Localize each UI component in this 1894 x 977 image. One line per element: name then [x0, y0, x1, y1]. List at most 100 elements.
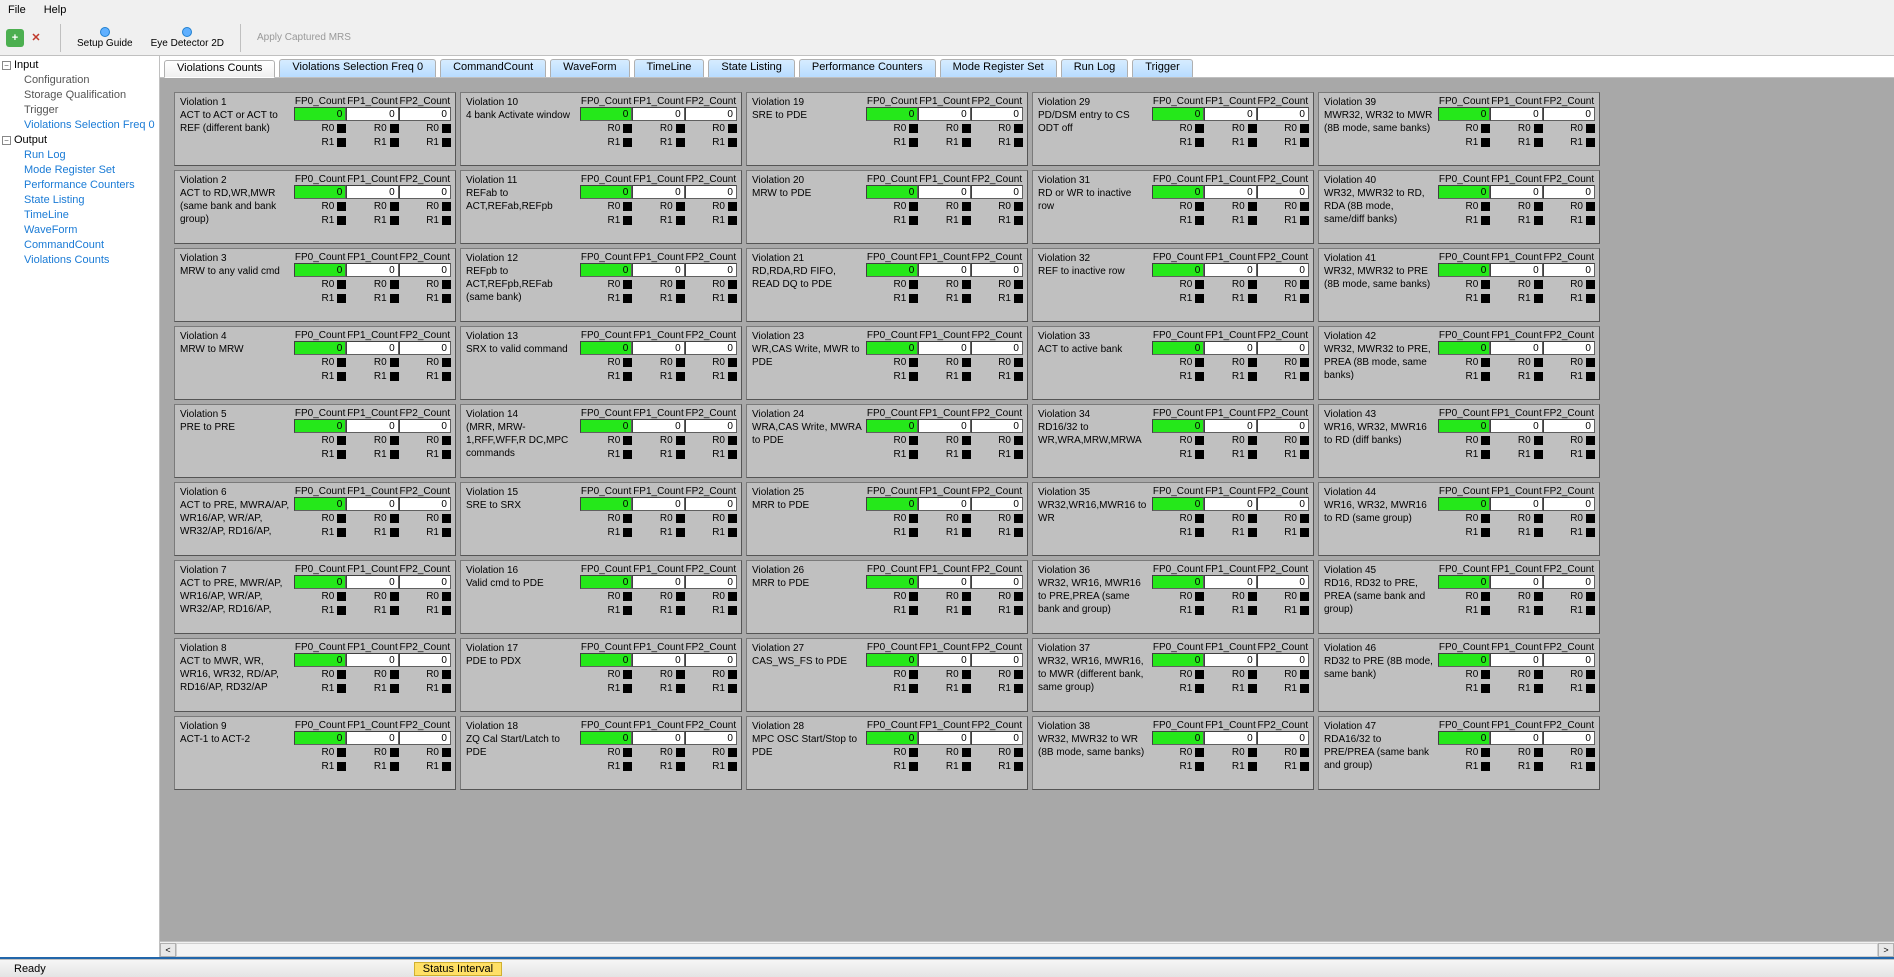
tab-violations-counts[interactable]: Violations Counts	[164, 60, 275, 78]
tab-mode-register-set[interactable]: Mode Register Set	[940, 59, 1057, 77]
led-icon	[1300, 592, 1309, 601]
rank-indicator: R0	[971, 355, 1023, 369]
fp-value: 0	[866, 341, 918, 355]
fp-header: FP0_Count	[1438, 330, 1490, 341]
rank-indicator: R0	[918, 355, 970, 369]
card-description: ACT to PRE, MWR/AP, WR16/AP, WR/AP, WR32…	[180, 577, 290, 616]
fp-value: 0	[918, 185, 970, 199]
rank-indicator: R1	[1543, 291, 1595, 305]
collapse-icon[interactable]: −	[2, 61, 11, 70]
tab-run-log[interactable]: Run Log	[1061, 59, 1129, 77]
tree-item-state-listing[interactable]: State Listing	[24, 193, 157, 208]
horizontal-scrollbar[interactable]: < >	[160, 941, 1894, 957]
led-icon	[442, 294, 451, 303]
fp-value: 0	[866, 575, 918, 589]
tab-state-listing[interactable]: State Listing	[708, 59, 795, 77]
fp-header: FP1_Count	[346, 642, 398, 653]
rank-indicator: R1	[1152, 759, 1204, 773]
tree-item-violations-counts[interactable]: Violations Counts	[24, 253, 157, 268]
fp-header: FP2_Count	[971, 174, 1023, 185]
rank-indicator: R0	[580, 433, 632, 447]
fp-header: FP2_Count	[685, 642, 737, 653]
led-icon	[728, 138, 737, 147]
fp-header: FP2_Count	[1543, 330, 1595, 341]
tree-item-performance-counters[interactable]: Performance Counters	[24, 178, 157, 193]
led-icon	[1300, 450, 1309, 459]
menu-bar: File Help	[0, 0, 1894, 20]
rank-indicator: R0	[1543, 121, 1595, 135]
rank-indicator: R0	[1257, 589, 1309, 603]
rank-indicator: R1	[294, 681, 346, 695]
led-icon	[1534, 358, 1543, 367]
led-icon	[962, 748, 971, 757]
card-title: Violation 21	[752, 252, 862, 265]
led-icon	[1195, 280, 1204, 289]
tree-item-commandcount[interactable]: CommandCount	[24, 238, 157, 253]
fp-value: 0	[632, 107, 684, 121]
led-icon	[1014, 216, 1023, 225]
collapse-icon[interactable]: −	[2, 136, 11, 145]
rank-indicator: R0	[1490, 433, 1542, 447]
tree-output[interactable]: −Output	[2, 133, 157, 148]
close-button[interactable]: ✕	[28, 30, 44, 46]
card-title: Violation 31	[1038, 174, 1148, 187]
tab-commandcount[interactable]: CommandCount	[440, 59, 546, 77]
tree-item-configuration[interactable]: Configuration	[24, 73, 157, 88]
led-icon	[1248, 592, 1257, 601]
card-title: Violation 45	[1324, 564, 1434, 577]
rank-indicator: R0	[971, 433, 1023, 447]
fp-header: FP1_Count	[1490, 174, 1542, 185]
scroll-left-button[interactable]: <	[160, 943, 176, 957]
fp-header: FP0_Count	[580, 408, 632, 419]
led-icon	[962, 294, 971, 303]
fp-header: FP1_Count	[918, 252, 970, 263]
tab-waveform[interactable]: WaveForm	[550, 59, 629, 77]
menu-file[interactable]: File	[8, 4, 26, 16]
fp-header: FP0_Count	[1152, 486, 1204, 497]
tree-input[interactable]: −Input	[2, 58, 157, 73]
fp-header: FP2_Count	[971, 330, 1023, 341]
scroll-right-button[interactable]: >	[1878, 943, 1894, 957]
add-button[interactable]: +	[6, 29, 24, 47]
led-icon	[1534, 762, 1543, 771]
scroll-track[interactable]	[176, 943, 1878, 957]
tab-violations-selection-freq-0[interactable]: Violations Selection Freq 0	[279, 59, 436, 77]
cards-scroll[interactable]: Violation 1ACT to ACT or ACT to REF (dif…	[160, 78, 1894, 941]
tree-item-timeline[interactable]: TimeLine	[24, 208, 157, 223]
led-icon	[442, 684, 451, 693]
fp-value: 0	[346, 263, 398, 277]
tree-item-run-log[interactable]: Run Log	[24, 148, 157, 163]
tree-item-waveform[interactable]: WaveForm	[24, 223, 157, 238]
led-icon	[623, 358, 632, 367]
led-icon	[676, 684, 685, 693]
rank-indicator: R1	[1438, 759, 1490, 773]
setup-guide-button[interactable]: Setup Guide	[71, 21, 139, 55]
apply-mrs-button[interactable]: Apply Captured MRS	[251, 21, 357, 55]
fp-header: FP0_Count	[1152, 408, 1204, 419]
tab-trigger[interactable]: Trigger	[1132, 59, 1192, 77]
rank-indicator: R0	[685, 667, 737, 681]
tab-timeline[interactable]: TimeLine	[634, 59, 705, 77]
status-interval[interactable]: Status Interval	[414, 962, 502, 976]
led-icon	[1534, 592, 1543, 601]
fp-value: 0	[632, 575, 684, 589]
fp-header: FP2_Count	[1257, 720, 1309, 731]
menu-help[interactable]: Help	[44, 4, 67, 16]
fp-value: 0	[1438, 107, 1490, 121]
led-icon	[623, 762, 632, 771]
card-description: ACT to RD,WR,MWR (same bank and bank gro…	[180, 187, 290, 226]
card-title: Violation 46	[1324, 642, 1434, 655]
tree-item-mode-register-set[interactable]: Mode Register Set	[24, 163, 157, 178]
led-icon	[1586, 670, 1595, 679]
rank-indicator: R0	[580, 121, 632, 135]
tab-performance-counters[interactable]: Performance Counters	[799, 59, 936, 77]
eye-detector-button[interactable]: Eye Detector 2D	[145, 21, 230, 55]
led-icon	[1248, 202, 1257, 211]
tree-item-storage-qualification[interactable]: Storage Qualification	[24, 88, 157, 103]
card-description: RD32 to PRE (8B mode, same bank)	[1324, 655, 1434, 681]
fp-header: FP1_Count	[1490, 720, 1542, 731]
tree-item-violations-selection-freq-0[interactable]: Violations Selection Freq 0	[24, 118, 157, 133]
fp-value: 0	[1204, 341, 1256, 355]
led-icon	[1248, 294, 1257, 303]
tree-item-trigger[interactable]: Trigger	[24, 103, 157, 118]
